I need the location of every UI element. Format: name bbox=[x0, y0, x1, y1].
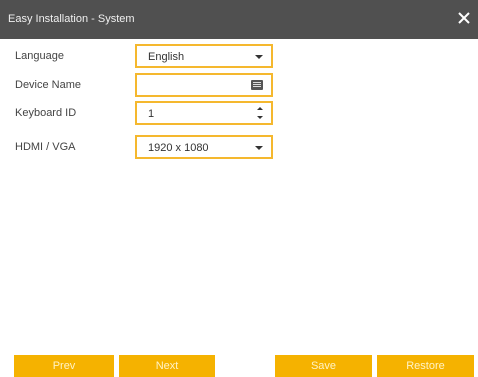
close-icon[interactable] bbox=[455, 9, 473, 27]
hdmi-vga-label: HDMI / VGA bbox=[15, 141, 76, 153]
hdmi-vga-select[interactable]: 1920 x 1080 bbox=[135, 135, 273, 159]
keyboard-icon[interactable] bbox=[251, 80, 263, 90]
device-name-field[interactable] bbox=[135, 73, 273, 97]
prev-button[interactable]: Prev bbox=[14, 355, 114, 377]
language-value: English bbox=[148, 51, 185, 63]
device-name-label: Device Name bbox=[15, 79, 82, 91]
keyboard-id-label: Keyboard ID bbox=[15, 107, 77, 119]
language-select[interactable]: English bbox=[135, 44, 273, 68]
language-label: Language bbox=[15, 50, 64, 62]
hdmi-vga-value: 1920 x 1080 bbox=[148, 142, 209, 154]
language-row: Language English bbox=[0, 44, 478, 68]
next-button[interactable]: Next bbox=[119, 355, 215, 377]
spin-down-icon[interactable] bbox=[257, 116, 263, 119]
keyboard-id-value: 1 bbox=[148, 108, 155, 120]
close-icon-graphic bbox=[458, 12, 470, 24]
save-button[interactable]: Save bbox=[275, 355, 372, 377]
restore-button[interactable]: Restore bbox=[377, 355, 474, 377]
chevron-down-icon bbox=[255, 146, 263, 150]
hdmi-vga-row: HDMI / VGA 1920 x 1080 bbox=[0, 135, 478, 159]
title-bar: Easy Installation - System bbox=[0, 0, 478, 39]
window-title: Easy Installation - System bbox=[8, 13, 135, 25]
chevron-down-icon bbox=[255, 55, 263, 59]
device-name-row: Device Name bbox=[0, 73, 478, 97]
keyboard-id-row: Keyboard ID 1 bbox=[0, 101, 478, 125]
keyboard-id-stepper[interactable]: 1 bbox=[135, 101, 273, 125]
spin-up-icon[interactable] bbox=[257, 107, 263, 110]
